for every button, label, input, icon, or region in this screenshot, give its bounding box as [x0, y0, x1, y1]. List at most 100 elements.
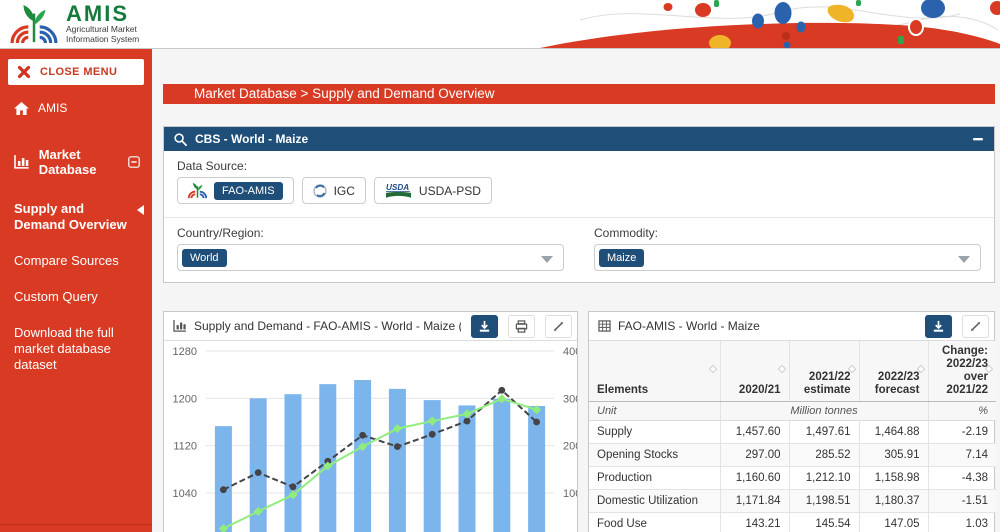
chart-canvas: 1280400120030011202001040100: [164, 341, 577, 532]
printer-icon: [515, 320, 528, 333]
element-name: Domestic Utilization: [589, 490, 720, 513]
close-menu-button[interactable]: CLOSE MENU: [8, 59, 144, 85]
chevron-down-icon: [958, 256, 970, 263]
left-axis-tick: 1040: [173, 488, 197, 500]
marker: [464, 418, 471, 425]
table-expand-button[interactable]: [962, 315, 989, 338]
column-header-3[interactable]: 2022/23forecast: [859, 341, 928, 402]
bar: [493, 399, 510, 532]
unit-percent: %: [928, 402, 996, 421]
close-icon: [18, 66, 30, 78]
sidebar-submenu: Supply and Demand Overview Compare Sourc…: [0, 189, 152, 383]
chart-download-button[interactable]: [471, 315, 498, 338]
sidebar-item-supply-and-demand-overview[interactable]: Supply and Demand Overview: [0, 191, 152, 243]
column-header-2[interactable]: 2021/22estimate: [789, 341, 859, 402]
marker: [359, 432, 366, 439]
element-value: -2.19: [928, 421, 996, 444]
table-row: Production1,160.601,212.101,158.98-4.38: [589, 467, 996, 490]
sidebar-item-custom-query[interactable]: Custom Query: [0, 279, 152, 315]
collapse-section-icon[interactable]: [128, 156, 140, 168]
commodity-label: Commodity:: [594, 226, 981, 240]
expand-icon: [969, 320, 982, 333]
data-source-button-usda-psd[interactable]: USDAUSDA-PSD: [374, 177, 492, 204]
supply-demand-chart-panel: Supply and Demand - FAO-AMIS - World - M…: [163, 311, 578, 532]
right-axis-tick: 400: [563, 346, 577, 358]
table-icon: [598, 320, 611, 332]
data-source-label: IGC: [334, 184, 355, 198]
element-value: 285.52: [789, 444, 859, 467]
cbs-filter-panel: CBS - World - Maize Data Source: FAO-AMI…: [163, 126, 995, 283]
sidebar-item-market-database[interactable]: Market Database: [0, 135, 152, 189]
element-value: 147.05: [859, 513, 928, 532]
column-header-elements[interactable]: Elements: [589, 341, 720, 402]
column-header-4[interactable]: Change:2022/23over2021/22: [928, 341, 996, 402]
right-axis-tick: 300: [563, 393, 577, 405]
element-value: -4.38: [928, 467, 996, 490]
table-panel-title: FAO-AMIS - World - Maize: [618, 319, 915, 333]
commodity-group: Commodity: Maize: [594, 226, 981, 271]
marker: [498, 387, 505, 394]
sidebar-item-amis[interactable]: AMIS: [0, 89, 152, 127]
marker: [290, 483, 297, 490]
bar-chart-icon: [14, 155, 30, 169]
country-region-select[interactable]: World: [177, 244, 564, 271]
marker: [220, 486, 227, 493]
element-value: 1,198.51: [789, 490, 859, 513]
amis-logo-icon: [10, 4, 58, 44]
table-download-button[interactable]: [925, 315, 952, 338]
close-menu-label: CLOSE MENU: [40, 66, 117, 78]
element-value: 1,171.84: [720, 490, 789, 513]
chart-expand-button[interactable]: [545, 315, 572, 338]
bar-chart-icon: [173, 320, 187, 332]
element-value: 1.03: [928, 513, 996, 532]
supply-demand-chart: 1280400120030011202001040100: [164, 341, 577, 532]
element-value: -1.51: [928, 490, 996, 513]
table-panel-header: FAO-AMIS - World - Maize: [589, 312, 994, 341]
amis-logo[interactable]: AMIS Agricultural Market Information Sys…: [10, 4, 139, 44]
filter-dropdown-row: Country/Region: World Commodity: Maize: [177, 226, 981, 271]
data-source-button-fao-amis[interactable]: FAO-AMIS: [177, 177, 294, 204]
sidebar-item-download-dataset[interactable]: Download the full market database datase…: [0, 315, 152, 383]
element-value: 1,158.98: [859, 467, 928, 490]
table-body: UnitMillion tonnes%Supply1,457.601,497.6…: [589, 402, 996, 532]
igc-globe-icon: [313, 184, 327, 198]
column-header-1[interactable]: 2020/21: [720, 341, 789, 402]
sidebar-item-label: Download the full market database datase…: [14, 325, 114, 372]
country-region-group: Country/Region: World: [177, 226, 564, 271]
left-axis-tick: 1200: [173, 393, 197, 405]
commodity-value-tag: Maize: [599, 249, 644, 267]
country-region-label: Country/Region:: [177, 226, 564, 240]
filter-divider: [164, 217, 994, 218]
top-header: AMIS Agricultural Market Information Sys…: [0, 0, 1000, 49]
element-value: 1,160.60: [720, 467, 789, 490]
sort-icon: [777, 365, 785, 373]
brand-subtitle-1: Agricultural Market: [66, 24, 139, 34]
element-value: 1,180.37: [859, 490, 928, 513]
table-header-row: Elements2020/212021/22estimate2022/23for…: [589, 341, 996, 402]
chart-panel-header: Supply and Demand - FAO-AMIS - World - M…: [164, 312, 577, 341]
filter-panel-body: Data Source: FAO-AMISIGCUSDAUSDA-PSD Cou…: [164, 151, 994, 271]
element-value: 1,464.88: [859, 421, 928, 444]
brand-name: AMIS: [66, 4, 139, 24]
sidebar-item-label: Compare Sources: [14, 253, 119, 268]
amis-logo-text: AMIS Agricultural Market Information Sys…: [66, 4, 139, 44]
bar: [285, 394, 302, 532]
bar: [354, 380, 371, 532]
sidebar-item-compare-sources[interactable]: Compare Sources: [0, 243, 152, 279]
data-source-button-igc[interactable]: IGC: [302, 177, 366, 204]
bar: [215, 426, 232, 532]
home-icon: [14, 102, 29, 115]
brand-subtitle-2: Information System: [66, 34, 139, 44]
right-axis-tick: 100: [563, 488, 577, 500]
decorative-network-banner: [520, 0, 1000, 48]
amis-logo-icon: [188, 182, 207, 199]
unit-value: Million tonnes: [720, 402, 928, 421]
chart-print-button[interactable]: [508, 315, 535, 338]
data-source-label: FAO-AMIS: [214, 182, 283, 200]
unit-label: Unit: [589, 402, 720, 421]
commodity-select[interactable]: Maize: [594, 244, 981, 271]
table-row: Supply1,457.601,497.611,464.88-2.19: [589, 421, 996, 444]
chart-panel-title: Supply and Demand - FAO-AMIS - World - M…: [194, 319, 461, 333]
collapse-panel-icon[interactable]: [972, 133, 984, 145]
marker: [429, 431, 436, 438]
